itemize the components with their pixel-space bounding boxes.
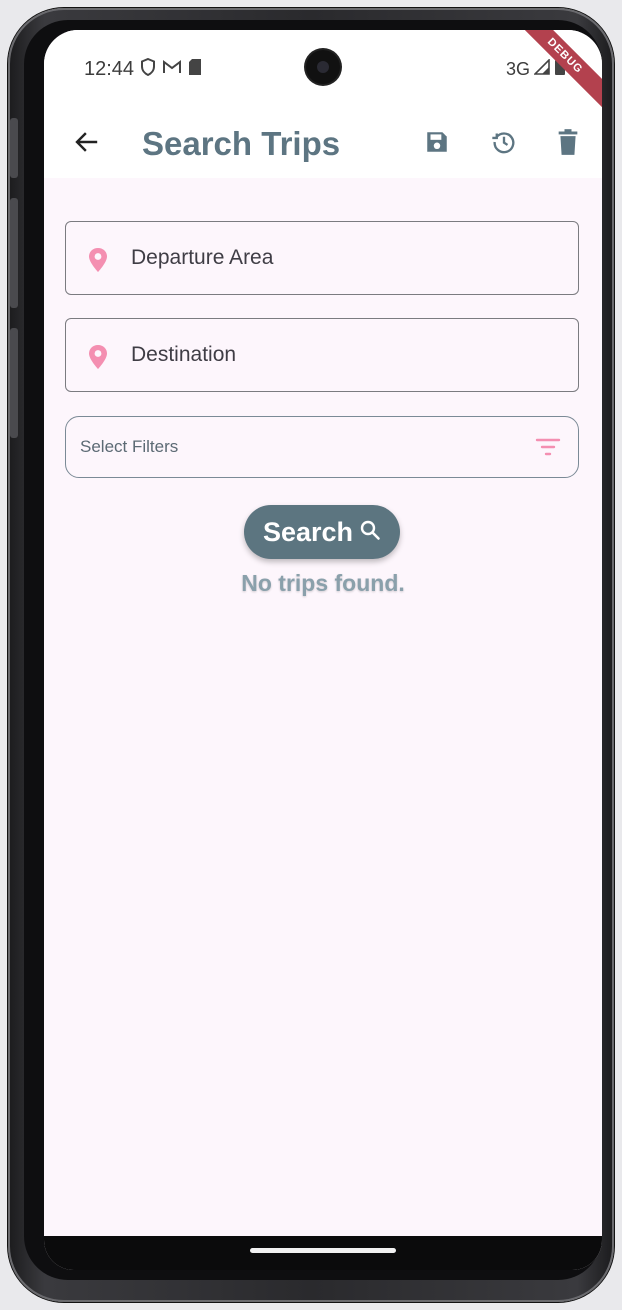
departure-area-field[interactable]: Departure Area bbox=[65, 221, 579, 295]
side-button bbox=[10, 118, 18, 178]
side-button bbox=[10, 328, 18, 438]
system-nav-bar bbox=[44, 1236, 602, 1270]
front-camera bbox=[306, 50, 340, 84]
signal-icon bbox=[533, 58, 550, 80]
location-pin-icon bbox=[86, 247, 110, 273]
search-button-label: Search bbox=[262, 516, 354, 547]
select-filters-dropdown[interactable]: Select Filters bbox=[65, 416, 579, 478]
location-pin-icon bbox=[86, 344, 110, 370]
gmail-icon bbox=[162, 59, 182, 80]
search-button[interactable]: Search bbox=[244, 505, 400, 559]
save-icon bbox=[424, 129, 450, 160]
empty-state-message: No trips found. bbox=[241, 570, 405, 596]
departure-area-placeholder: Departure Area bbox=[131, 246, 274, 269]
history-icon bbox=[490, 128, 518, 161]
arrow-back-icon bbox=[73, 129, 99, 160]
history-button[interactable] bbox=[482, 122, 526, 166]
destination-field[interactable]: Destination bbox=[65, 318, 579, 392]
search-icon bbox=[359, 517, 381, 548]
network-type: 3G bbox=[505, 59, 530, 79]
save-button[interactable] bbox=[415, 122, 459, 166]
home-indicator[interactable] bbox=[250, 1248, 396, 1253]
sd-card-icon bbox=[188, 58, 202, 81]
delete-icon bbox=[556, 128, 580, 161]
back-button[interactable] bbox=[64, 122, 108, 166]
side-button bbox=[10, 198, 18, 308]
select-filters-label: Select Filters bbox=[80, 437, 179, 456]
phone-screen: 12:44 3G DEBUG Search Trips Departure Ar… bbox=[44, 30, 602, 1270]
page-title: Search Trips bbox=[142, 125, 341, 162]
destination-placeholder: Destination bbox=[131, 343, 237, 366]
delete-button[interactable] bbox=[546, 122, 590, 166]
status-time-group: 12:44 bbox=[84, 57, 202, 81]
filter-icon bbox=[534, 435, 562, 459]
status-bar: 12:44 3G DEBUG bbox=[44, 30, 602, 117]
app-bar: Search Trips bbox=[44, 110, 602, 178]
shield-icon bbox=[140, 57, 156, 81]
status-time: 12:44 bbox=[84, 58, 135, 80]
